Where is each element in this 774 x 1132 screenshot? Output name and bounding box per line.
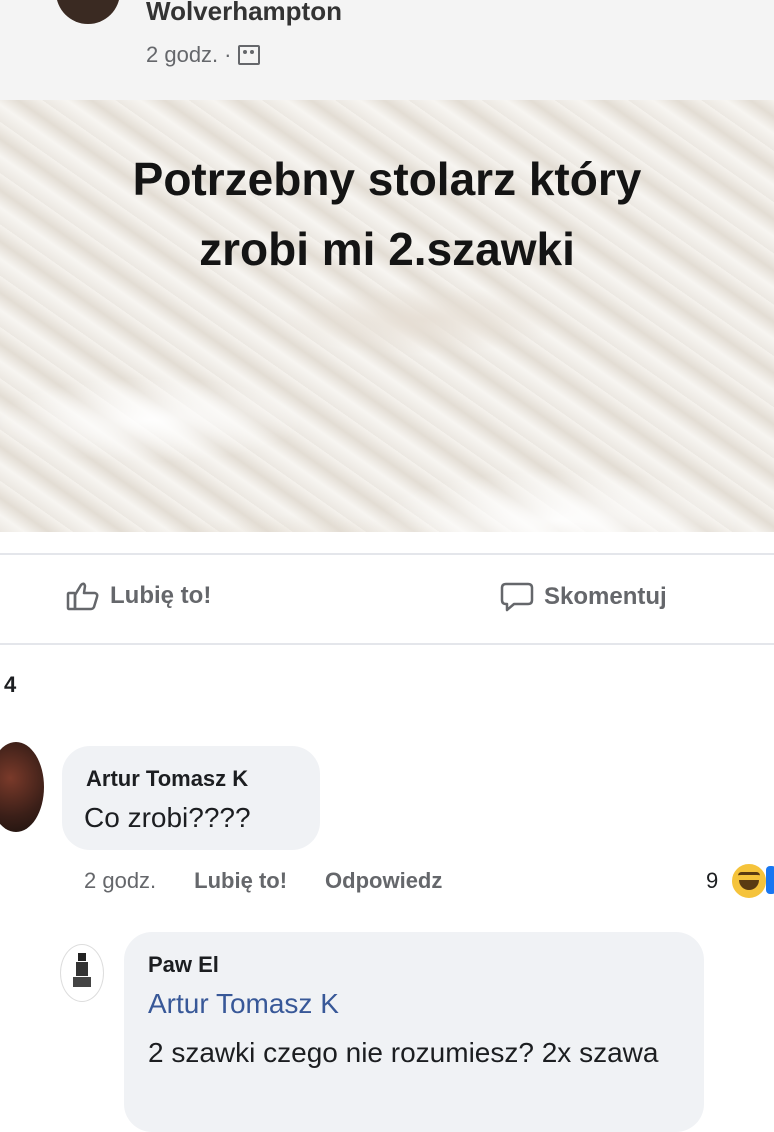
reply-mention-link[interactable]: Artur Tomasz K bbox=[148, 988, 339, 1020]
comment-label: Skomentuj bbox=[544, 583, 667, 610]
like-label: Lubię to! bbox=[110, 582, 212, 609]
like-reaction-icon bbox=[766, 866, 774, 894]
group-icon bbox=[237, 45, 260, 65]
comment-text: Co zrobi???? bbox=[84, 802, 251, 833]
avatar[interactable] bbox=[60, 944, 104, 1002]
reply-text: 2 szawki czego nie rozumiesz? 2x szawa bbox=[148, 1037, 659, 1068]
comment-button[interactable]: Skomentuj bbox=[500, 581, 667, 613]
group-name[interactable]: Wolverhampton bbox=[146, 0, 342, 27]
avatar[interactable] bbox=[0, 742, 44, 832]
comments-count[interactable]: 4 bbox=[4, 672, 16, 698]
group-avatar[interactable] bbox=[56, 0, 120, 24]
post-text-line-1: Potrzebny stolarz który bbox=[132, 153, 642, 205]
like-button[interactable]: Lubię to! bbox=[66, 581, 211, 611]
comment-actions: 2 godz. Lubię to! Odpowiedz bbox=[84, 868, 442, 894]
comment-like-button[interactable]: Lubię to! bbox=[194, 868, 287, 894]
reaction-count[interactable]: 9 bbox=[706, 868, 718, 894]
haha-icon[interactable] bbox=[730, 862, 768, 900]
comment-bubble: Artur Tomasz K Co zrobi???? bbox=[62, 746, 320, 850]
comment-bubble-icon bbox=[500, 581, 534, 613]
thumbs-up-icon bbox=[66, 581, 100, 611]
post-action-bar: Lubię to! Skomentuj bbox=[0, 553, 774, 645]
post-meta: 2 godz. · bbox=[146, 42, 260, 68]
meta-separator: · bbox=[224, 42, 232, 67]
avatar-figure-icon bbox=[73, 953, 91, 991]
comment-reply-button[interactable]: Odpowiedz bbox=[325, 868, 442, 894]
post-header: Wolverhampton 2 godz. · bbox=[0, 0, 774, 100]
comment-author[interactable]: Artur Tomasz K bbox=[86, 766, 248, 792]
reply-author[interactable]: Paw El bbox=[148, 952, 219, 978]
reply-bubble: Paw El Artur Tomasz K 2 szawki czego nie… bbox=[124, 932, 704, 1132]
comment-time[interactable]: 2 godz. bbox=[84, 868, 156, 894]
post-text-line-2: zrobi mi 2.szawki bbox=[199, 223, 575, 275]
post-text: Potrzebny stolarz który zrobi mi 2.szawk… bbox=[0, 144, 774, 284]
post-background-image[interactable]: Potrzebny stolarz który zrobi mi 2.szawk… bbox=[0, 100, 774, 532]
post-time[interactable]: 2 godz. bbox=[146, 42, 218, 68]
